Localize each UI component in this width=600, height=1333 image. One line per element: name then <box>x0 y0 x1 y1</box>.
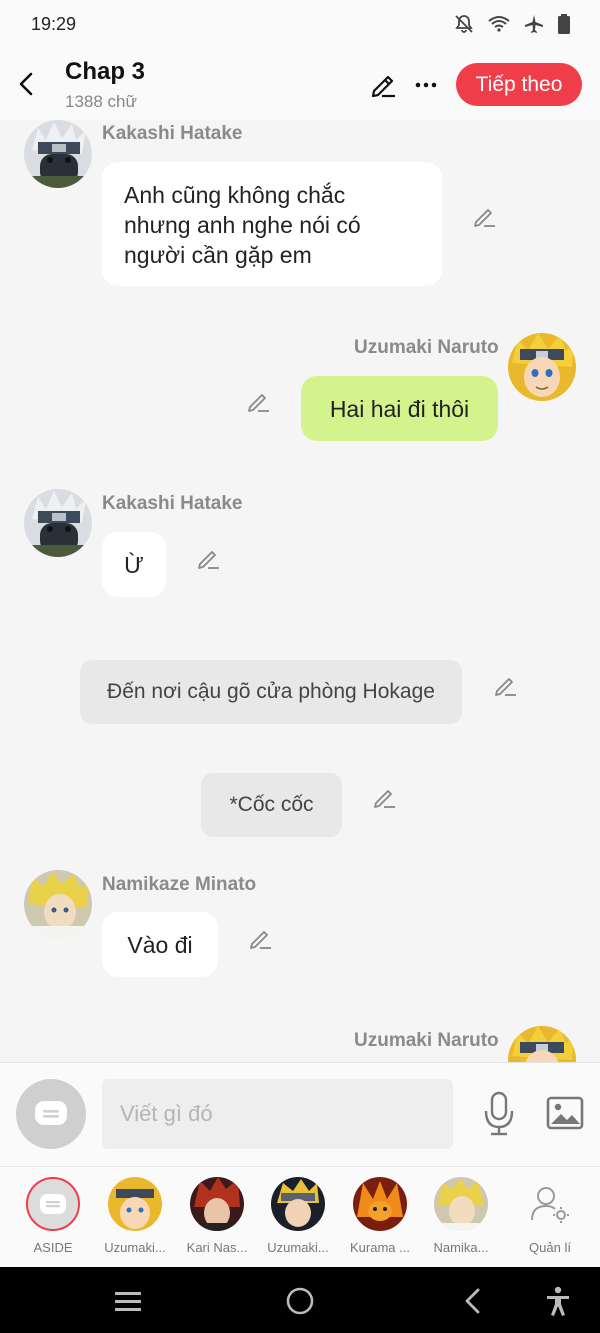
character-name: Kari Nas... <box>186 1240 248 1255</box>
message-bubble[interactable]: Ừ <box>102 532 166 597</box>
status-time: 19:29 <box>31 14 77 34</box>
character-name: Namika... <box>433 1240 489 1255</box>
pencil-icon <box>495 678 516 696</box>
character-item[interactable]: Uzumaki... <box>95 1177 175 1255</box>
accessibility-button[interactable] <box>542 1285 574 1317</box>
chevron-left-icon <box>19 72 33 96</box>
avatar-kakashi[interactable] <box>24 489 92 557</box>
edit-message-button[interactable] <box>248 925 274 951</box>
home-button[interactable] <box>284 1285 316 1317</box>
status-icons <box>454 14 570 34</box>
message-input[interactable] <box>102 1079 453 1149</box>
chapter-title: Chap 3 <box>65 58 146 85</box>
avatar <box>271 1177 325 1231</box>
wifi-icon <box>488 16 510 32</box>
pencil-icon <box>371 75 395 98</box>
pencil-icon <box>474 209 495 227</box>
chat-bubble-icon <box>40 1194 66 1214</box>
character-item[interactable]: Kari Nas... <box>177 1177 257 1255</box>
system-back-button[interactable] <box>456 1285 488 1317</box>
edit-message-button[interactable] <box>372 784 398 810</box>
avatar-naruto[interactable] <box>508 1026 576 1062</box>
pencil-icon <box>374 790 395 808</box>
avatar <box>434 1177 488 1231</box>
back-arrow-icon <box>465 1288 480 1314</box>
user-settings-icon <box>531 1187 569 1223</box>
microphone-icon <box>484 1091 514 1136</box>
avatar-naruto[interactable] <box>508 333 576 401</box>
top-app-bar: Chap 3 1388 chữ Tiếp theo <box>0 50 600 120</box>
home-circle-icon <box>286 1287 314 1315</box>
sender-name: Uzumaki Naruto <box>354 337 499 358</box>
avatar <box>190 1177 244 1231</box>
edit-message-button[interactable] <box>196 545 222 571</box>
character-name: Uzumaki... <box>104 1240 166 1255</box>
avatar-kakashi[interactable] <box>24 120 92 188</box>
avatar-minato[interactable] <box>24 870 92 938</box>
back-button[interactable] <box>12 68 40 100</box>
character-name: Quản lí <box>529 1240 571 1255</box>
aside-avatar <box>26 1177 80 1231</box>
pencil-icon <box>198 551 219 569</box>
more-horizontal-icon <box>415 82 437 88</box>
message-bubble[interactable]: Anh cũng không chắc nhưng anh nghe nói c… <box>102 162 442 286</box>
chat-bubble-icon <box>35 1101 67 1125</box>
system-navigation-bar <box>0 1267 600 1333</box>
sender-name: Kakashi Hatake <box>102 493 243 514</box>
character-name: Uzumaki... <box>267 1240 329 1255</box>
character-name: ASIDE <box>33 1240 73 1255</box>
pencil-icon <box>250 931 271 949</box>
character-bar: ASIDE Uzumaki... Kari Nas... Uzumaki... … <box>0 1166 600 1267</box>
more-options-button[interactable] <box>412 70 440 100</box>
narration-bubble[interactable]: Đến nơi cậu gõ cửa phòng Hokage <box>80 660 462 724</box>
edit-message-button[interactable] <box>493 672 519 698</box>
message-bubble[interactable]: Vào đi <box>102 912 218 977</box>
message-line: Anh cũng không chắc <box>124 182 346 208</box>
composer-bar <box>0 1062 600 1166</box>
message-line: người cần gặp em <box>124 242 312 268</box>
airplane-icon <box>525 15 543 33</box>
character-item[interactable]: Uzumaki... <box>258 1177 338 1255</box>
status-bar: 19:29 <box>0 0 600 50</box>
sender-name: Uzumaki Naruto <box>354 1030 499 1051</box>
message-line: nhưng anh nghe nói có <box>124 212 361 238</box>
avatar <box>353 1177 407 1231</box>
word-count: 1388 chữ <box>65 92 137 111</box>
character-aside[interactable]: ASIDE <box>13 1177 93 1255</box>
manage-characters-button[interactable]: Quản lí <box>510 1177 590 1255</box>
message-bubble-own[interactable]: Hai hai đi thôi <box>301 376 498 441</box>
character-item[interactable]: Namika... <box>421 1177 501 1255</box>
bell-off-icon <box>455 15 473 33</box>
microphone-button[interactable] <box>482 1091 516 1137</box>
menu-icon <box>115 1292 141 1311</box>
pencil-icon <box>248 394 269 412</box>
edit-chapter-button[interactable] <box>368 70 400 100</box>
manage-avatar <box>523 1177 577 1231</box>
sender-name: Kakashi Hatake <box>102 123 243 144</box>
image-icon <box>546 1096 584 1130</box>
chat-area[interactable]: Kakashi Hatake Anh cũng không chắc nhưng… <box>0 120 600 1062</box>
edit-message-button[interactable] <box>472 203 498 229</box>
avatar <box>108 1177 162 1231</box>
insert-image-button[interactable] <box>545 1093 585 1133</box>
edit-message-button[interactable] <box>246 388 272 414</box>
sender-name: Namikaze Minato <box>102 874 257 895</box>
character-name: Kurama ... <box>350 1240 410 1255</box>
narration-bubble[interactable]: *Cốc cốc <box>201 773 342 837</box>
aside-mode-button[interactable] <box>16 1079 86 1149</box>
battery-icon <box>558 14 570 34</box>
next-button[interactable]: Tiếp theo <box>456 63 582 106</box>
recent-apps-button[interactable] <box>112 1285 144 1317</box>
accessibility-icon <box>547 1286 569 1316</box>
character-item[interactable]: Kurama ... <box>340 1177 420 1255</box>
